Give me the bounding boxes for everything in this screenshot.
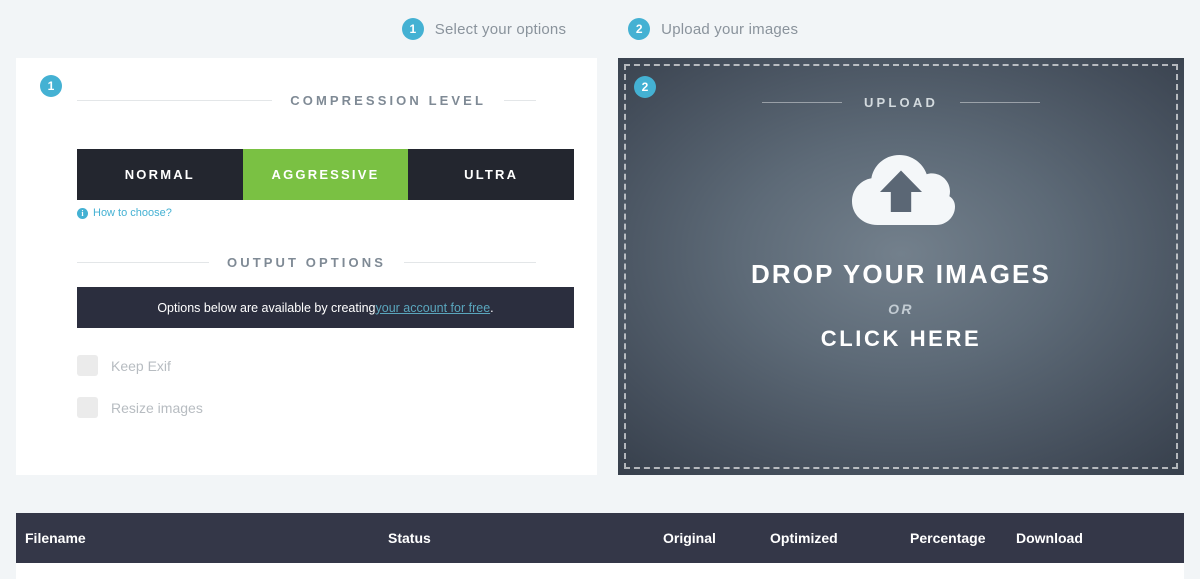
how-to-choose-link[interactable]: i How to choose?	[77, 207, 536, 219]
main-content: 1 COMPRESSION LEVEL NORMAL AGGRESSIVE UL…	[16, 58, 1184, 475]
column-header-original[interactable]: Original	[663, 530, 770, 546]
step-indicator-2: 2 Upload your images	[628, 18, 798, 40]
upload-panel-badge: 2	[634, 76, 656, 98]
or-separator-text: OR	[888, 301, 914, 317]
resize-images-row[interactable]: Resize images	[77, 397, 536, 418]
keep-exif-checkbox[interactable]	[77, 355, 98, 376]
info-icon: i	[77, 207, 88, 219]
column-header-status[interactable]: Status	[388, 530, 663, 546]
account-notice: Options below are available by creating …	[77, 287, 574, 328]
compression-level-group: NORMAL AGGRESSIVE ULTRA	[77, 149, 575, 200]
output-options-heading: OUTPUT OPTIONS	[77, 219, 536, 270]
column-header-download[interactable]: Download	[1016, 530, 1136, 546]
compression-level-normal[interactable]: NORMAL	[77, 149, 243, 200]
compression-level-ultra[interactable]: ULTRA	[408, 149, 575, 200]
upload-rule-right	[960, 102, 1041, 103]
options-panel: 1 COMPRESSION LEVEL NORMAL AGGRESSIVE UL…	[16, 58, 597, 475]
account-notice-prefix: Options below are available by creating	[157, 300, 376, 315]
resize-images-checkbox[interactable]	[77, 397, 98, 418]
step-badge-2: 2	[628, 18, 651, 40]
heading-rule-left	[77, 100, 273, 101]
keep-exif-label: Keep Exif	[111, 357, 171, 374]
results-table: Filename Status Original Optimized Perce…	[16, 513, 1184, 579]
keep-exif-row[interactable]: Keep Exif	[77, 355, 536, 376]
cloud-upload-icon	[847, 142, 955, 233]
upload-rule-left	[761, 102, 842, 103]
column-header-percentage[interactable]: Percentage	[910, 530, 1016, 546]
output-rule-left	[77, 262, 210, 263]
results-table-header-row: Filename Status Original Optimized Perce…	[16, 513, 1184, 563]
drop-images-title: DROP YOUR IMAGES	[751, 259, 1051, 289]
output-rule-right	[403, 262, 536, 263]
upload-heading: UPLOAD	[618, 58, 1184, 110]
click-here-label: CLICK HERE	[820, 326, 982, 351]
upload-dropzone[interactable]: 2 UPLOAD DROP YOUR IMAGES OR CLICK HERE	[618, 58, 1184, 475]
upload-title: UPLOAD	[863, 95, 939, 110]
output-options-title: OUTPUT OPTIONS	[227, 255, 386, 270]
results-table-body	[16, 563, 1184, 579]
heading-rule-right	[504, 100, 536, 101]
column-header-optimized[interactable]: Optimized	[770, 530, 910, 546]
create-account-link[interactable]: your account for free	[376, 301, 491, 315]
step-label-2: Upload your images	[661, 20, 799, 38]
options-panel-badge: 1	[40, 75, 62, 97]
compression-level-heading: COMPRESSION LEVEL	[77, 58, 536, 108]
steps-bar: 1 Select your options 2 Upload your imag…	[0, 0, 1200, 58]
step-indicator-1: 1 Select your options	[401, 18, 567, 40]
account-notice-suffix: .	[490, 300, 494, 315]
column-header-filename[interactable]: Filename	[16, 530, 388, 546]
compression-level-aggressive[interactable]: AGGRESSIVE	[242, 149, 409, 200]
resize-images-label: Resize images	[111, 399, 203, 416]
step-label-1: Select your options	[434, 20, 567, 38]
compression-level-title: COMPRESSION LEVEL	[290, 93, 486, 108]
how-to-choose-label: How to choose?	[93, 207, 172, 219]
step-badge-1: 1	[401, 18, 424, 40]
